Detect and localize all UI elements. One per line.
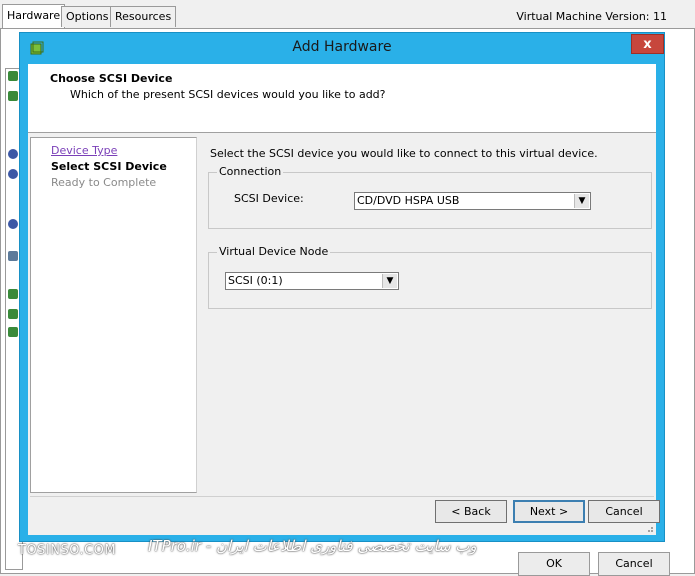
- connection-group-label: Connection: [217, 165, 284, 178]
- step-select-scsi-device: Select SCSI Device: [51, 160, 167, 173]
- vm-properties-tabbar: Hardware Options Resources Virtual Machi…: [0, 0, 695, 30]
- wizard-header: Choose SCSI Device Which of the present …: [28, 64, 656, 133]
- next-button[interactable]: Next >: [513, 500, 585, 523]
- step-ready-to-complete: Ready to Complete: [51, 176, 157, 189]
- wizard-main-panel: Select the SCSI device you would like to…: [197, 137, 656, 493]
- cpu-icon: [8, 91, 18, 101]
- cancel-button[interactable]: Cancel: [588, 500, 660, 523]
- disk-icon: [8, 289, 18, 299]
- virtual-device-node-label: Virtual Device Node: [217, 245, 331, 258]
- scsi-device-value: CD/DVD HSPA USB: [357, 194, 460, 207]
- tab-resources[interactable]: Resources: [110, 6, 177, 27]
- tab-hardware[interactable]: Hardware: [2, 4, 66, 29]
- virtual-device-node-value: SCSI (0:1): [228, 274, 283, 287]
- vm-version-label: Virtual Machine Version: 11: [516, 10, 667, 23]
- floppy-icon: [8, 169, 18, 179]
- cd-drive-icon: [8, 149, 18, 159]
- dialog-titlebar[interactable]: Add Hardware x: [20, 33, 664, 63]
- wizard-header-title: Choose SCSI Device: [50, 72, 173, 85]
- scsi-device-select[interactable]: CD/DVD HSPA USB ▼: [354, 192, 591, 210]
- tab-options[interactable]: Options: [61, 6, 114, 27]
- scsi-controller-icon: [8, 251, 18, 261]
- instructions-text: Select the SCSI device you would like to…: [210, 147, 598, 160]
- close-button[interactable]: x: [631, 34, 664, 54]
- dialog-title: Add Hardware: [292, 39, 392, 55]
- add-hardware-dialog: Add Hardware x Choose SCSI Device Which …: [19, 32, 665, 542]
- dialog-client: Choose SCSI Device Which of the present …: [28, 64, 660, 535]
- wizard-header-subtitle: Which of the present SCSI devices would …: [70, 88, 386, 101]
- step-device-type[interactable]: Device Type: [51, 144, 117, 157]
- chevron-down-icon[interactable]: ▼: [382, 274, 397, 288]
- properties-ok-button[interactable]: OK: [518, 552, 590, 576]
- resize-grip-icon[interactable]: [644, 523, 654, 533]
- memory-icon: [8, 71, 18, 81]
- wizard-steps-panel: Device Type Select SCSI Device Ready to …: [30, 137, 197, 493]
- scsi-device-label: SCSI Device:: [234, 192, 304, 205]
- network-icon: [8, 219, 18, 229]
- virtual-device-node-select[interactable]: SCSI (0:1) ▼: [225, 272, 399, 290]
- back-button[interactable]: < Back: [435, 500, 507, 523]
- properties-cancel-button[interactable]: Cancel: [598, 552, 670, 576]
- disk-icon-2: [8, 309, 18, 319]
- footer-separator: [30, 496, 654, 497]
- disk-icon-3: [8, 327, 18, 337]
- watermark-itpro: وب سایت تخصصی فناوری اطلاعات ایران - ITP…: [148, 537, 477, 555]
- watermark-tosinso: TOSINSO.COM: [18, 543, 117, 558]
- virtual-device-node-group: Virtual Device Node SCSI (0:1) ▼: [208, 245, 652, 309]
- connection-group: Connection SCSI Device: CD/DVD HSPA USB …: [208, 165, 652, 229]
- chevron-down-icon[interactable]: ▼: [574, 194, 589, 208]
